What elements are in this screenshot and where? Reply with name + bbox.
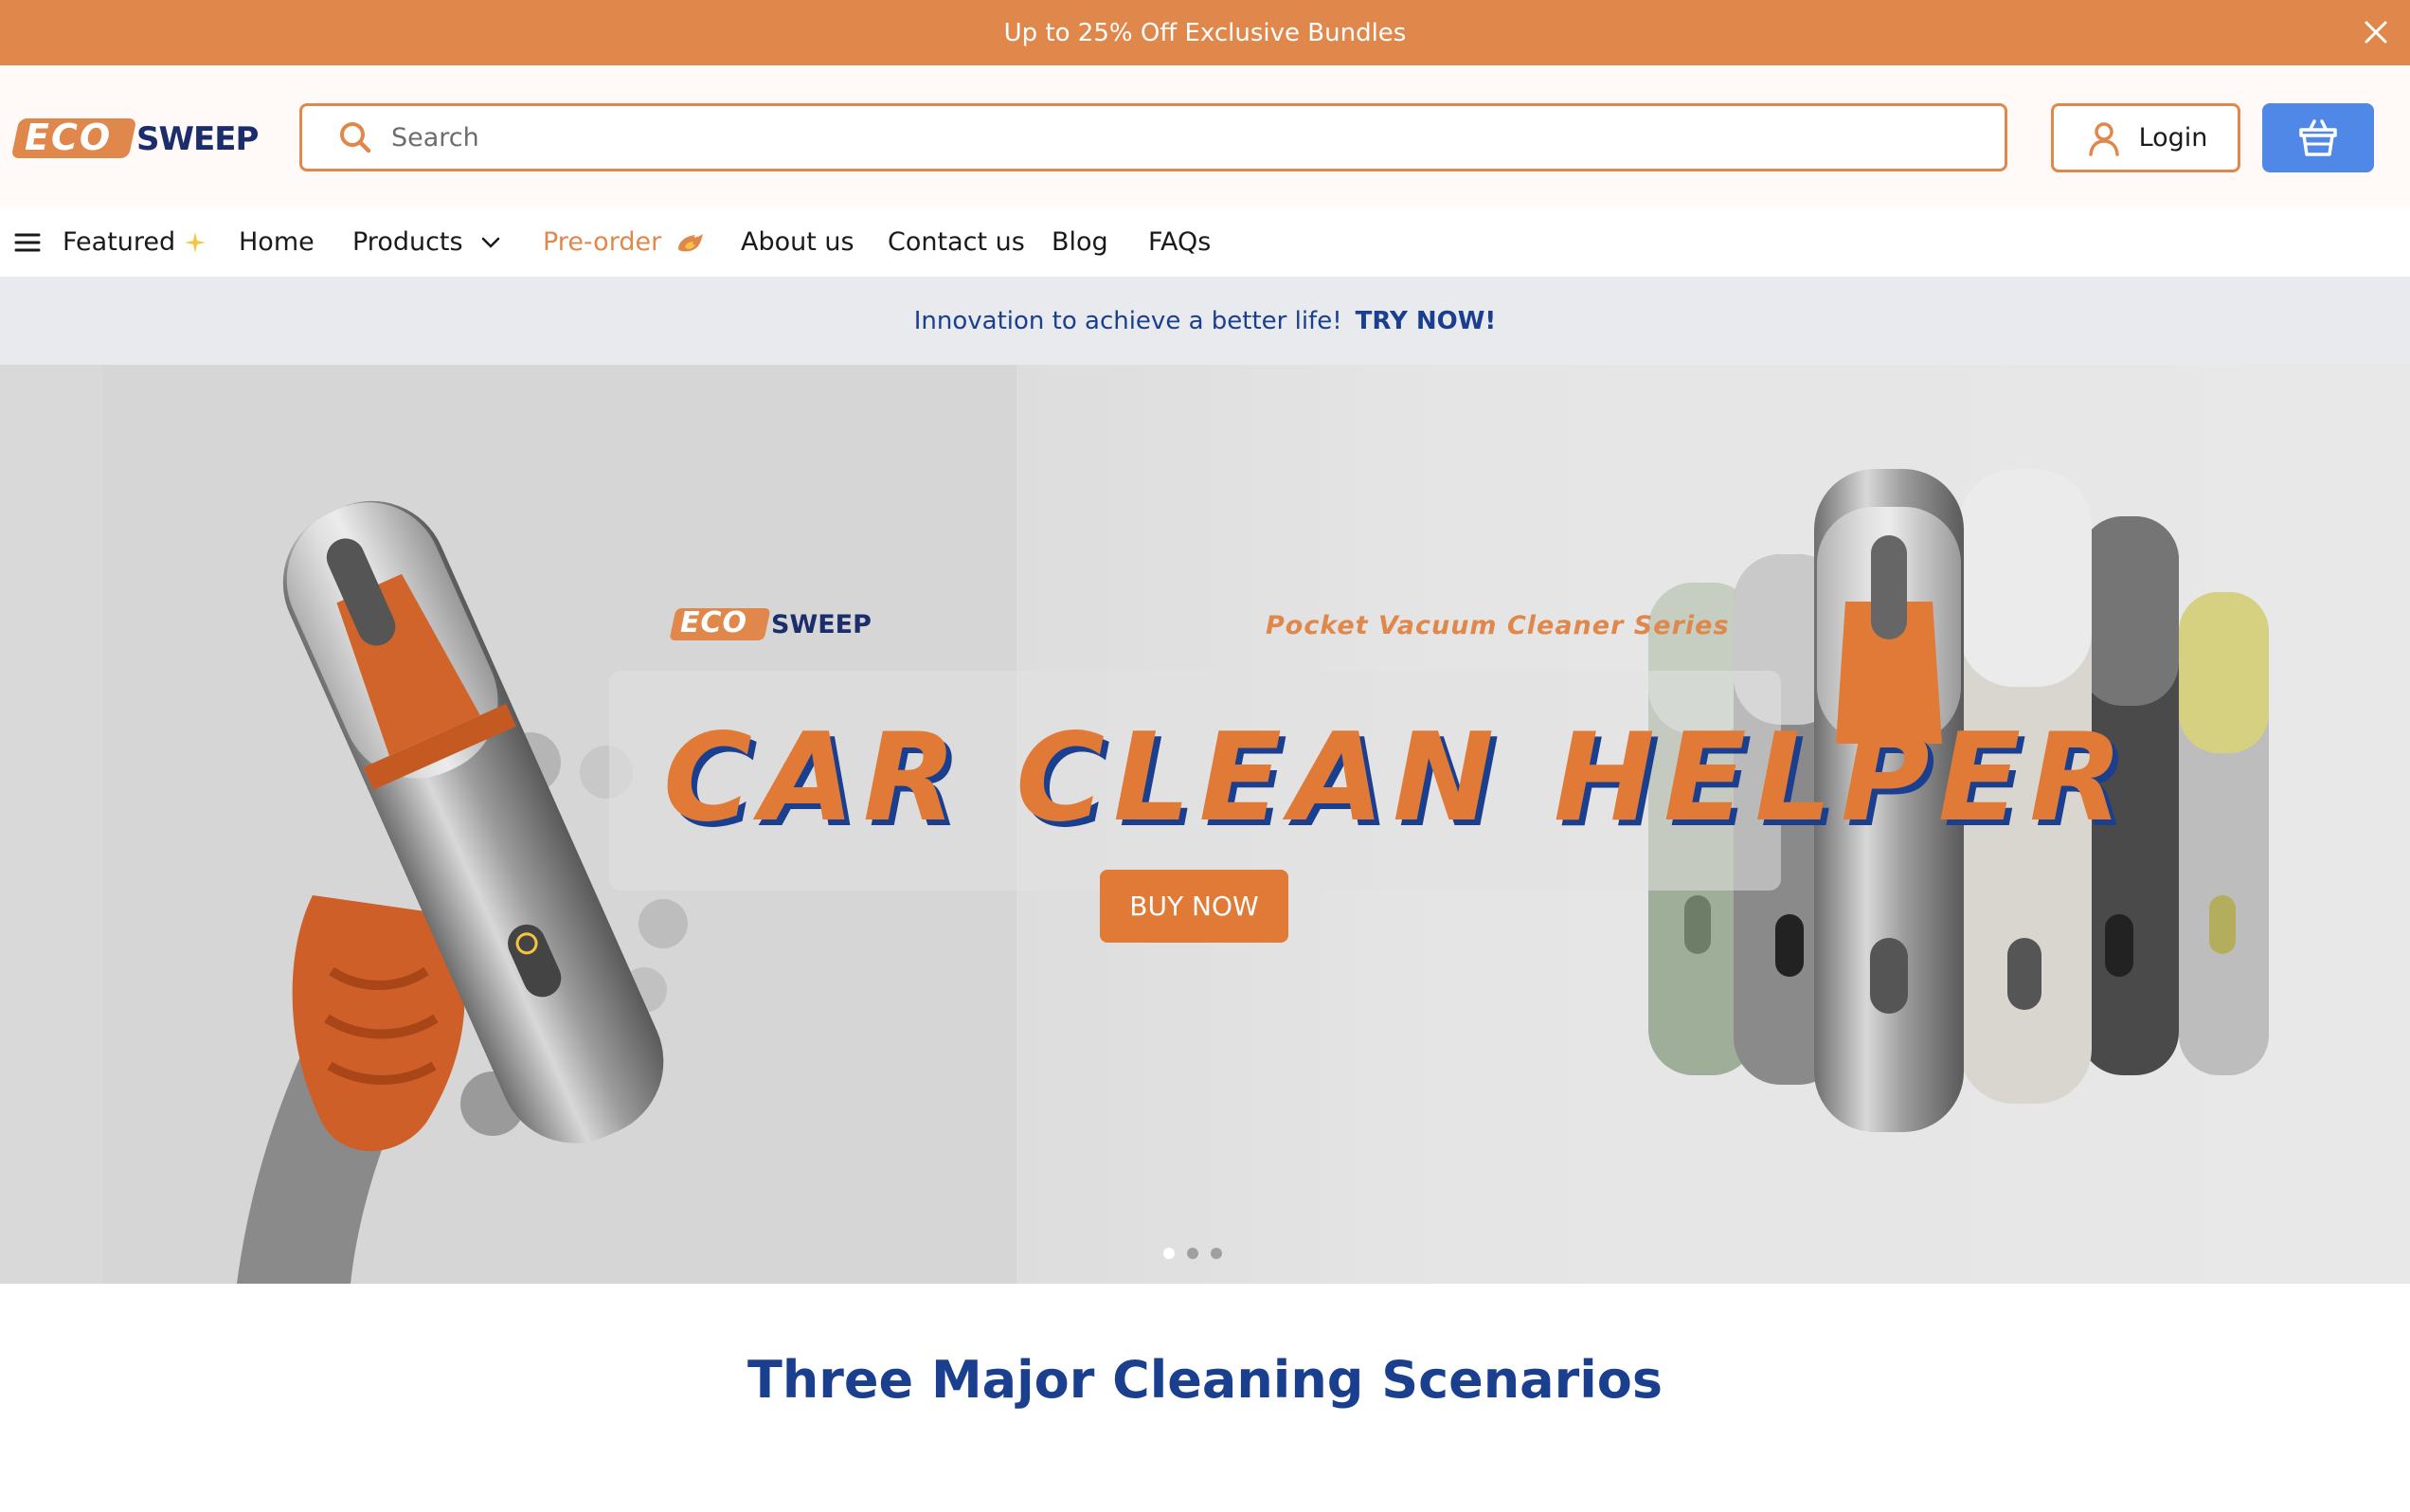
fire-icon bbox=[678, 233, 704, 251]
sparkle-icon bbox=[185, 231, 207, 253]
nav-item-about[interactable]: About us bbox=[741, 207, 854, 277]
basket-icon bbox=[2299, 118, 2337, 156]
announcement-text: Up to 25% Off Exclusive Bundles bbox=[1003, 18, 1407, 47]
nav-preorder-label: Pre-order bbox=[543, 227, 662, 257]
nav-about-label: About us bbox=[741, 227, 854, 257]
hero-brand-logo: ECO SWEEP bbox=[669, 606, 872, 644]
nav-item-products[interactable]: Products bbox=[352, 207, 503, 277]
carousel-dot-2[interactable] bbox=[1187, 1248, 1198, 1259]
hero-logo-eco: ECO bbox=[680, 606, 748, 639]
main-nav: Featured Home Products Pre-order About u… bbox=[0, 207, 2410, 277]
carousel-dots bbox=[1163, 1248, 1222, 1259]
nav-featured-label: Featured bbox=[63, 227, 176, 257]
promo-strip: Innovation to achieve a better life! TRY… bbox=[0, 277, 2410, 365]
announcement-bar: Up to 25% Off Exclusive Bundles bbox=[0, 0, 2410, 65]
logo-eco-text: ECO bbox=[25, 117, 113, 158]
logo-sweep-text: SWEEP bbox=[136, 120, 259, 158]
section-title: Three Major Cleaning Scenarios bbox=[746, 1350, 1663, 1410]
search-icon[interactable] bbox=[336, 118, 374, 156]
user-icon bbox=[2088, 121, 2119, 156]
menu-icon[interactable] bbox=[13, 228, 42, 257]
hero-series-label: Pocket Vacuum Cleaner Series bbox=[1266, 611, 1730, 640]
hero-headline: CAR CLEAN HELPER bbox=[663, 708, 2131, 849]
nav-item-faqs[interactable]: FAQs bbox=[1148, 207, 1211, 277]
chevron-down-icon bbox=[481, 237, 499, 248]
nav-contact-label: Contact us bbox=[888, 227, 1025, 257]
search-bar[interactable] bbox=[299, 103, 2007, 171]
promo-text: Innovation to achieve a better life! bbox=[913, 306, 1342, 335]
nav-item-contact[interactable]: Contact us bbox=[888, 207, 1025, 277]
nav-faqs-label: FAQs bbox=[1148, 227, 1212, 257]
buy-now-button[interactable]: BUY NOW bbox=[1100, 870, 1288, 943]
search-input[interactable] bbox=[391, 122, 1907, 153]
nav-blog-label: Blog bbox=[1052, 227, 1108, 257]
nav-home-label: Home bbox=[239, 227, 315, 257]
login-button[interactable]: Login bbox=[2051, 103, 2240, 172]
hero-logo-sweep: SWEEP bbox=[771, 610, 872, 639]
promo-try-now-link[interactable]: TRY NOW! bbox=[1356, 307, 1497, 335]
nav-item-home[interactable]: Home bbox=[239, 207, 315, 277]
nav-item-featured[interactable]: Featured bbox=[63, 207, 207, 277]
close-icon[interactable] bbox=[2357, 13, 2395, 51]
hero-banner[interactable]: ECO SWEEP Pocket Vacuum Cleaner Series C… bbox=[0, 365, 2410, 1284]
site-logo[interactable]: ECO SWEEP bbox=[10, 115, 259, 162]
cart-button[interactable] bbox=[2262, 103, 2374, 172]
login-label: Login bbox=[2138, 123, 2208, 153]
carousel-dot-1[interactable] bbox=[1163, 1248, 1175, 1259]
nav-item-blog[interactable]: Blog bbox=[1052, 207, 1108, 277]
carousel-dot-3[interactable] bbox=[1211, 1248, 1222, 1259]
nav-products-label: Products bbox=[352, 227, 463, 257]
site-header: ECO SWEEP Login bbox=[0, 65, 2410, 207]
nav-item-preorder[interactable]: Pre-order bbox=[543, 207, 707, 277]
